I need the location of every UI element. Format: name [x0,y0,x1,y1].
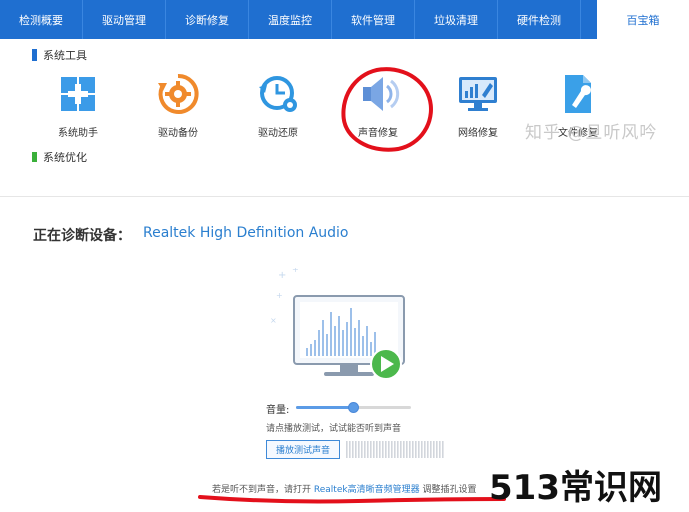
sound-level-meter [346,440,446,459]
meter-tick [439,441,441,458]
meter-tick [370,441,372,458]
meter-tick [406,441,408,458]
meter-tick [364,441,366,458]
section-title-label: 系统工具 [43,49,87,62]
device-name: Realtek High Definition Audio [143,225,349,241]
tool-label: 系统助手 [58,128,98,139]
play-hint: 请点播放测试，试试能否听到声音 [266,424,402,434]
play-test-sound-button[interactable]: 播放测试声音 [266,440,340,459]
windows-plus-icon [54,70,102,118]
audio-monitor-illustration: + + × + [268,265,428,388]
tab-toolbox[interactable]: 百宝箱 [597,0,689,39]
clock-restore-icon [254,70,302,118]
svg-text:+: + [278,270,286,281]
tool-driver-backup[interactable]: 驱动备份 [130,70,226,142]
volume-knob[interactable] [347,402,359,413]
meter-tick [430,441,432,458]
tool-label: 驱动备份 [158,128,198,139]
meter-tick [367,441,369,458]
meter-tick [433,441,435,458]
file-wrench-icon [554,70,602,118]
tab-temperature-monitor[interactable]: 温度监控 [249,0,332,39]
svg-text:+: + [276,291,283,300]
tab-junk-cleanup[interactable]: 垃圾清理 [415,0,498,39]
volume-label: 音量: [266,405,290,416]
volume-slider[interactable] [296,402,411,413]
meter-tick [436,441,438,458]
tab-driver-management[interactable]: 驱动管理 [83,0,166,39]
monitor-wrench-icon [454,70,502,118]
meter-tick [379,441,381,458]
meter-tick [397,441,399,458]
tool-label: 文件修复 [558,128,598,139]
gear-refresh-icon [154,70,202,118]
meter-tick [361,441,363,458]
meter-tick [346,441,348,458]
tool-file-repair[interactable]: 文件修复 [530,70,626,142]
tool-grid: 系统助手 驱动备份 驱动还原 声音修复 网络修复 文件修复 [0,70,689,150]
diagnosing-title: 正在诊断设备： [33,228,131,244]
section-marker [32,152,37,162]
meter-tick [355,441,357,458]
meter-tick [400,441,402,458]
svg-text:×: × [270,316,277,325]
tool-label: 驱动还原 [258,128,298,139]
help-prefix: 若是听不到声音，请打开 [212,485,312,495]
realtek-manager-link[interactable]: Realtek高清晰音频管理器 [314,485,420,495]
svg-text:+: + [292,268,299,274]
meter-tick [409,441,411,458]
tool-label: 声音修复 [358,128,398,139]
section-system-tools: 系统工具 [32,47,87,63]
meter-tick [385,441,387,458]
tab-diagnose-repair[interactable]: 诊断修复 [166,0,249,39]
meter-tick [427,441,429,458]
meter-tick [349,441,351,458]
tab-overview[interactable]: 检测概要 [0,0,83,39]
site-watermark: 513常识网 [489,468,662,508]
speaker-icon [354,70,402,118]
tab-software-management[interactable]: 软件管理 [332,0,415,39]
tab-hardware-detect[interactable]: 硬件检测 [498,0,581,39]
divider [0,196,689,197]
meter-tick [412,441,414,458]
help-text: 若是听不到声音，请打开 Realtek高清晰音频管理器 调整插孔设置 [212,482,476,495]
volume-fill [296,406,354,409]
tool-driver-restore[interactable]: 驱动还原 [230,70,326,142]
section-marker [32,49,37,61]
meter-tick [403,441,405,458]
play-icon [370,348,402,380]
top-tab-bar: 检测概要 驱动管理 诊断修复 温度监控 软件管理 垃圾清理 硬件检测 百宝箱 [0,0,689,39]
tool-system-assistant[interactable]: 系统助手 [30,70,126,142]
meter-tick [421,441,423,458]
section-title-label: 系统优化 [43,152,87,162]
meter-tick [388,441,390,458]
meter-tick [415,441,417,458]
meter-tick [391,441,393,458]
help-suffix: 调整插孔设置 [422,485,477,495]
meter-tick [358,441,360,458]
tool-network-repair[interactable]: 网络修复 [430,70,526,142]
meter-tick [352,441,354,458]
meter-tick [382,441,384,458]
meter-tick [418,441,420,458]
meter-tick [394,441,396,458]
section-system-optimize: 系统优化 [32,152,87,162]
meter-tick [373,441,375,458]
meter-tick [376,441,378,458]
meter-tick [442,441,444,458]
meter-tick [424,441,426,458]
tool-sound-repair[interactable]: 声音修复 [330,70,426,142]
section-gap [0,170,689,198]
tool-label: 网络修复 [458,128,498,139]
